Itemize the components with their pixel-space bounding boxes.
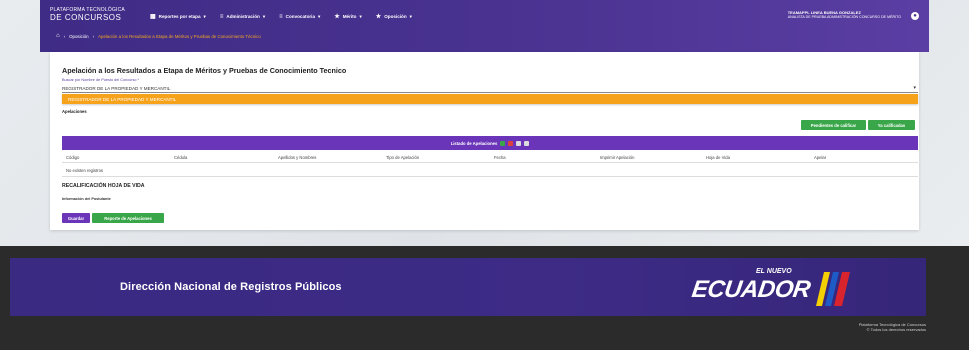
nav-label: Oposición (384, 14, 407, 19)
page-title: Apelación a los Resultados a Etapa de Mé… (62, 66, 347, 75)
nav-convocatoria[interactable]: ≡ Convocatoria ▾ (279, 13, 320, 20)
nav-oposicion[interactable]: ★ Oposición ▾ (375, 13, 412, 21)
list-icon: ≡ (219, 13, 224, 20)
user-info[interactable]: TEAMAPPL LINEA BUENA GONZALEZ ANALISTA D… (788, 10, 901, 19)
list-icon: ≡ (279, 13, 283, 20)
pdf-icon[interactable] (508, 140, 514, 146)
chevron-down-icon: ▾ (913, 85, 916, 91)
chevron-down-icon: ▾ (203, 13, 206, 19)
user-avatar-icon[interactable]: ● (911, 12, 919, 20)
top-navbar: PLATAFORMA TECNOLÓGICA DE CONCURSOS ▦ Re… (40, 0, 929, 52)
copyright-line2: © Todos los derechos reservados (866, 327, 926, 333)
dropdown-option[interactable]: REGISTRADOR DE LA PROPIEDAD Y MERCANTIL (62, 94, 918, 104)
breadcrumb: ⌂ › Oposición › Apelación a los Resultad… (56, 33, 261, 39)
col-cedula[interactable]: Cédula (174, 155, 187, 160)
star-icon: ★ (375, 14, 382, 20)
nav-label: Administración (226, 14, 260, 19)
table-empty-row: No existen registros (62, 163, 918, 177)
recalificacion-title: RECALIFICACIÓN HOJA DE VIDA (62, 183, 145, 189)
nav-label: Mérito (342, 14, 357, 19)
main-nav: ▦ Reportes por etapa ▾ ≡ Administración … (150, 13, 412, 21)
print-icon[interactable] (516, 140, 522, 146)
nav-administracion[interactable]: ≡ Administración ▾ (220, 13, 265, 20)
home-icon[interactable]: ⌂ (56, 33, 60, 39)
col-imprimir[interactable]: Imprimir Apelación (600, 155, 634, 160)
chevron-down-icon: ▾ (318, 13, 321, 19)
nav-reportes[interactable]: ▦ Reportes por etapa ▾ (150, 13, 206, 21)
info-postulante-label: Información del Postulante (62, 197, 111, 201)
col-apelar[interactable]: Apelar (814, 155, 826, 160)
col-fecha[interactable]: Fecha (494, 155, 506, 160)
chevron-down-icon: ▾ (359, 13, 362, 19)
col-tipo[interactable]: Tipo de Apelación (386, 155, 419, 160)
grid-icon: ▦ (150, 14, 156, 20)
puesto-select[interactable]: REGISTRADOR DE LA PROPIEDAD Y MERCANTIL … (62, 84, 918, 93)
breadcrumb-current: Apelación a los Resultados a Etapa de Mé… (98, 33, 261, 39)
table-header-bar: Listado de Apelaciones (62, 136, 918, 150)
col-codigo[interactable]: Código (66, 155, 79, 160)
copy-icon[interactable] (524, 140, 530, 146)
copyright: Plataforma Tecnológica de Concursos © To… (859, 322, 926, 333)
pendientes-button[interactable]: Pendientes de calificar (801, 120, 866, 130)
logo-ecuador: ECUADOR (690, 276, 812, 303)
table-title: Listado de Apelaciones (450, 140, 498, 146)
logo-el-nuevo: EL NUEVO (756, 268, 792, 275)
col-nombres[interactable]: Apellidos y Nombres (278, 155, 316, 160)
chevron-right-icon: › (63, 33, 66, 39)
user-role: ANALISTA DE PRUEBA ADMINISTRACIÓN CONCUR… (787, 15, 901, 19)
brand-logo[interactable]: PLATAFORMA TECNOLÓGICA DE CONCURSOS (50, 8, 125, 22)
institution-name: Dirección Nacional de Registros Públicos (120, 281, 342, 293)
reporte-apelaciones-button[interactable]: Reporte de Apelaciones (92, 213, 164, 223)
select-label: Buscar por Nombre de Puesto del Concurso… (62, 78, 140, 82)
nav-merito[interactable]: ★ Mérito ▾ (334, 13, 362, 21)
guardar-button[interactable]: Guardar (62, 213, 90, 223)
select-value: REGISTRADOR DE LA PROPIEDAD Y MERCANTIL (62, 86, 171, 91)
main-card: Apelación a los Resultados a Etapa de Mé… (50, 52, 919, 230)
table-column-headers: Código Cédula Apellidos y Nombres Tipo d… (62, 152, 918, 163)
calificadas-button[interactable]: Ya calificadas (868, 120, 915, 130)
apelaciones-label: Apelaciones (62, 109, 87, 114)
flag-stripes-icon (816, 272, 850, 306)
chevron-down-icon: ▾ (262, 13, 266, 19)
chevron-right-icon: › (92, 33, 95, 39)
star-icon: ★ (334, 14, 340, 20)
col-hoja-vida[interactable]: Hoja de Vida (706, 155, 730, 160)
brand-line2: DE CONCURSOS (50, 13, 122, 22)
nav-label: Convocatoria (285, 14, 315, 19)
nav-label: Reportes por etapa (158, 14, 201, 19)
excel-icon[interactable] (500, 140, 506, 146)
breadcrumb-item[interactable]: Oposición (69, 34, 89, 39)
chevron-down-icon: ▾ (409, 13, 412, 19)
